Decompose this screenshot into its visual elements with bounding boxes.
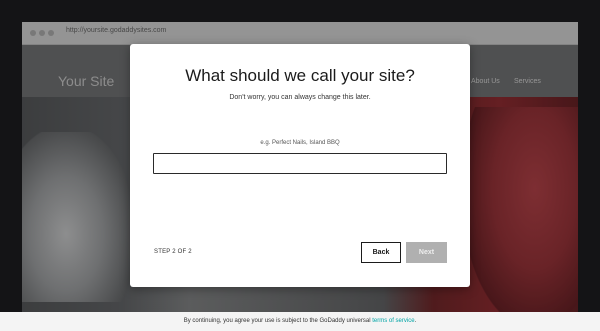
back-button[interactable]: Back [361,242,401,263]
footer-end: . [414,318,417,324]
dialog-subtitle: Don't worry, you can always change this … [229,94,371,101]
step-indicator: STEP 2 OF 2 [154,249,192,255]
site-name-hint: e.g. Perfect Nails, Island BBQ [260,140,340,146]
site-name-dialog: What should we call your site? Don't wor… [130,44,470,287]
terms-of-service-link[interactable]: terms of service [372,318,414,324]
terms-footer: By continuing, you agree your use is sub… [0,312,600,331]
site-name-input[interactable] [153,153,447,174]
next-button[interactable]: Next [406,242,447,263]
dialog-title: What should we call your site? [185,66,415,85]
footer-text: By continuing, you agree your use is sub… [183,318,373,324]
